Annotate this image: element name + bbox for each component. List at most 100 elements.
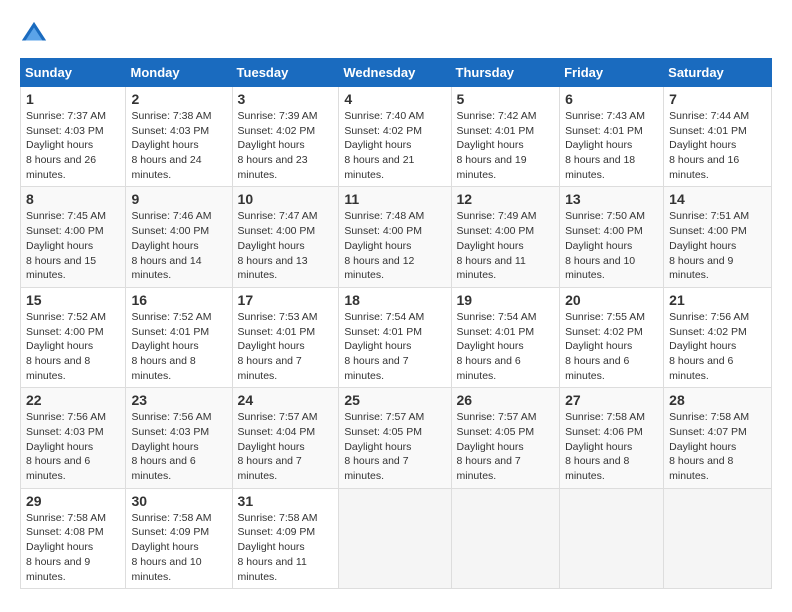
calendar-cell: 22 Sunrise: 7:56 AMSunset: 4:03 PMDaylig…	[21, 388, 126, 488]
calendar-cell: 21 Sunrise: 7:56 AMSunset: 4:02 PMDaylig…	[664, 287, 772, 387]
day-info: Sunrise: 7:54 AMSunset: 4:01 PMDaylight …	[457, 311, 537, 382]
day-number: 9	[131, 191, 226, 207]
calendar-cell: 29 Sunrise: 7:58 AMSunset: 4:08 PMDaylig…	[21, 488, 126, 588]
calendar-cell: 30 Sunrise: 7:58 AMSunset: 4:09 PMDaylig…	[126, 488, 232, 588]
day-info: Sunrise: 7:58 AMSunset: 4:07 PMDaylight …	[669, 411, 749, 482]
calendar-cell: 10 Sunrise: 7:47 AMSunset: 4:00 PMDaylig…	[232, 187, 339, 287]
day-info: Sunrise: 7:57 AMSunset: 4:05 PMDaylight …	[457, 411, 537, 482]
calendar-cell: 2 Sunrise: 7:38 AMSunset: 4:03 PMDayligh…	[126, 87, 232, 187]
day-info: Sunrise: 7:55 AMSunset: 4:02 PMDaylight …	[565, 311, 645, 382]
calendar-cell: 9 Sunrise: 7:46 AMSunset: 4:00 PMDayligh…	[126, 187, 232, 287]
day-number: 28	[669, 392, 766, 408]
day-number: 20	[565, 292, 658, 308]
calendar-cell: 19 Sunrise: 7:54 AMSunset: 4:01 PMDaylig…	[451, 287, 560, 387]
day-info: Sunrise: 7:45 AMSunset: 4:00 PMDaylight …	[26, 210, 106, 281]
calendar-week-2: 8 Sunrise: 7:45 AMSunset: 4:00 PMDayligh…	[21, 187, 772, 287]
calendar-cell: 1 Sunrise: 7:37 AMSunset: 4:03 PMDayligh…	[21, 87, 126, 187]
day-info: Sunrise: 7:46 AMSunset: 4:00 PMDaylight …	[131, 210, 211, 281]
calendar-week-4: 22 Sunrise: 7:56 AMSunset: 4:03 PMDaylig…	[21, 388, 772, 488]
calendar-table: SundayMondayTuesdayWednesdayThursdayFrid…	[20, 58, 772, 589]
calendar-cell: 20 Sunrise: 7:55 AMSunset: 4:02 PMDaylig…	[560, 287, 664, 387]
day-number: 2	[131, 91, 226, 107]
day-info: Sunrise: 7:43 AMSunset: 4:01 PMDaylight …	[565, 110, 645, 181]
calendar-cell: 18 Sunrise: 7:54 AMSunset: 4:01 PMDaylig…	[339, 287, 451, 387]
page-header	[20, 20, 772, 48]
logo-icon	[20, 20, 48, 48]
day-number: 18	[344, 292, 445, 308]
day-number: 3	[238, 91, 334, 107]
day-info: Sunrise: 7:37 AMSunset: 4:03 PMDaylight …	[26, 110, 106, 181]
calendar-cell: 27 Sunrise: 7:58 AMSunset: 4:06 PMDaylig…	[560, 388, 664, 488]
weekday-header-saturday: Saturday	[664, 59, 772, 87]
weekday-header-monday: Monday	[126, 59, 232, 87]
calendar-cell: 23 Sunrise: 7:56 AMSunset: 4:03 PMDaylig…	[126, 388, 232, 488]
day-number: 19	[457, 292, 555, 308]
day-info: Sunrise: 7:40 AMSunset: 4:02 PMDaylight …	[344, 110, 424, 181]
day-info: Sunrise: 7:44 AMSunset: 4:01 PMDaylight …	[669, 110, 749, 181]
calendar-cell	[451, 488, 560, 588]
day-info: Sunrise: 7:49 AMSunset: 4:00 PMDaylight …	[457, 210, 537, 281]
day-info: Sunrise: 7:52 AMSunset: 4:01 PMDaylight …	[131, 311, 211, 382]
day-number: 26	[457, 392, 555, 408]
day-info: Sunrise: 7:39 AMSunset: 4:02 PMDaylight …	[238, 110, 318, 181]
day-number: 29	[26, 493, 120, 509]
day-number: 16	[131, 292, 226, 308]
calendar-cell: 17 Sunrise: 7:53 AMSunset: 4:01 PMDaylig…	[232, 287, 339, 387]
calendar-week-5: 29 Sunrise: 7:58 AMSunset: 4:08 PMDaylig…	[21, 488, 772, 588]
calendar-cell: 3 Sunrise: 7:39 AMSunset: 4:02 PMDayligh…	[232, 87, 339, 187]
day-info: Sunrise: 7:51 AMSunset: 4:00 PMDaylight …	[669, 210, 749, 281]
day-info: Sunrise: 7:58 AMSunset: 4:09 PMDaylight …	[238, 512, 318, 583]
day-number: 22	[26, 392, 120, 408]
day-number: 7	[669, 91, 766, 107]
day-number: 13	[565, 191, 658, 207]
day-info: Sunrise: 7:56 AMSunset: 4:03 PMDaylight …	[131, 411, 211, 482]
calendar-cell: 16 Sunrise: 7:52 AMSunset: 4:01 PMDaylig…	[126, 287, 232, 387]
day-info: Sunrise: 7:42 AMSunset: 4:01 PMDaylight …	[457, 110, 537, 181]
day-number: 11	[344, 191, 445, 207]
day-number: 1	[26, 91, 120, 107]
day-number: 4	[344, 91, 445, 107]
day-number: 6	[565, 91, 658, 107]
calendar-cell: 12 Sunrise: 7:49 AMSunset: 4:00 PMDaylig…	[451, 187, 560, 287]
day-number: 14	[669, 191, 766, 207]
day-info: Sunrise: 7:52 AMSunset: 4:00 PMDaylight …	[26, 311, 106, 382]
weekday-header-wednesday: Wednesday	[339, 59, 451, 87]
weekday-header-tuesday: Tuesday	[232, 59, 339, 87]
day-number: 25	[344, 392, 445, 408]
day-number: 27	[565, 392, 658, 408]
day-info: Sunrise: 7:58 AMSunset: 4:06 PMDaylight …	[565, 411, 645, 482]
weekday-header-sunday: Sunday	[21, 59, 126, 87]
day-info: Sunrise: 7:53 AMSunset: 4:01 PMDaylight …	[238, 311, 318, 382]
calendar-cell: 4 Sunrise: 7:40 AMSunset: 4:02 PMDayligh…	[339, 87, 451, 187]
weekday-header-thursday: Thursday	[451, 59, 560, 87]
calendar-week-3: 15 Sunrise: 7:52 AMSunset: 4:00 PMDaylig…	[21, 287, 772, 387]
day-info: Sunrise: 7:57 AMSunset: 4:04 PMDaylight …	[238, 411, 318, 482]
calendar-cell: 31 Sunrise: 7:58 AMSunset: 4:09 PMDaylig…	[232, 488, 339, 588]
day-number: 31	[238, 493, 334, 509]
calendar-cell	[560, 488, 664, 588]
calendar-cell: 6 Sunrise: 7:43 AMSunset: 4:01 PMDayligh…	[560, 87, 664, 187]
calendar-cell: 28 Sunrise: 7:58 AMSunset: 4:07 PMDaylig…	[664, 388, 772, 488]
calendar-cell: 25 Sunrise: 7:57 AMSunset: 4:05 PMDaylig…	[339, 388, 451, 488]
day-number: 5	[457, 91, 555, 107]
calendar-cell: 24 Sunrise: 7:57 AMSunset: 4:04 PMDaylig…	[232, 388, 339, 488]
day-info: Sunrise: 7:48 AMSunset: 4:00 PMDaylight …	[344, 210, 424, 281]
day-info: Sunrise: 7:56 AMSunset: 4:02 PMDaylight …	[669, 311, 749, 382]
day-number: 24	[238, 392, 334, 408]
day-info: Sunrise: 7:47 AMSunset: 4:00 PMDaylight …	[238, 210, 318, 281]
day-info: Sunrise: 7:57 AMSunset: 4:05 PMDaylight …	[344, 411, 424, 482]
day-number: 17	[238, 292, 334, 308]
day-info: Sunrise: 7:54 AMSunset: 4:01 PMDaylight …	[344, 311, 424, 382]
day-number: 23	[131, 392, 226, 408]
day-number: 15	[26, 292, 120, 308]
day-info: Sunrise: 7:58 AMSunset: 4:09 PMDaylight …	[131, 512, 211, 583]
day-info: Sunrise: 7:56 AMSunset: 4:03 PMDaylight …	[26, 411, 106, 482]
calendar-cell	[339, 488, 451, 588]
calendar-cell	[664, 488, 772, 588]
day-number: 10	[238, 191, 334, 207]
calendar-cell: 5 Sunrise: 7:42 AMSunset: 4:01 PMDayligh…	[451, 87, 560, 187]
calendar-cell: 8 Sunrise: 7:45 AMSunset: 4:00 PMDayligh…	[21, 187, 126, 287]
day-info: Sunrise: 7:38 AMSunset: 4:03 PMDaylight …	[131, 110, 211, 181]
logo	[20, 20, 52, 48]
weekday-header-friday: Friday	[560, 59, 664, 87]
